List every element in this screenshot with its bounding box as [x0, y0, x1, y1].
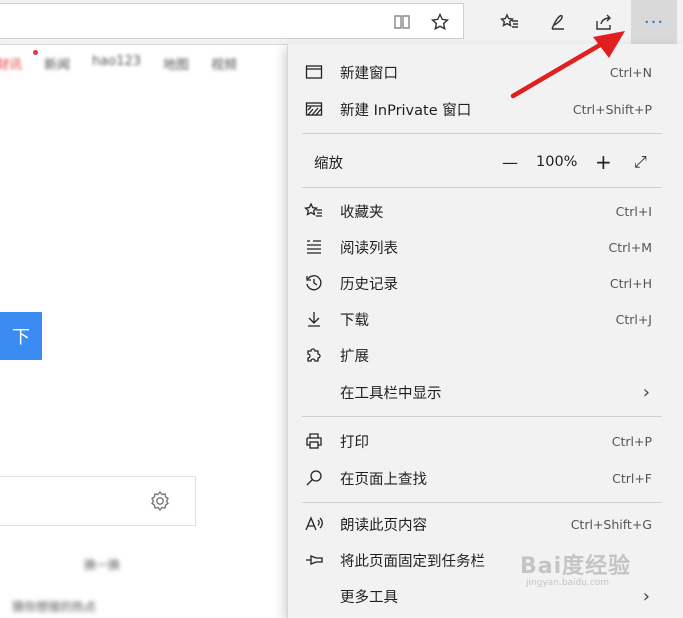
menu-label: 朗读此页内容	[340, 517, 427, 534]
watermark-url: jingyan.baidu.com	[526, 578, 610, 588]
window-icon	[302, 60, 326, 84]
shortcut-text: Ctrl+H	[609, 275, 652, 291]
menu-label: 阅读列表	[340, 240, 398, 257]
menu-label: 更多工具	[340, 589, 398, 606]
menu-item-find[interactable]: 在页面上查找 Ctrl+F	[302, 461, 674, 495]
gear-icon[interactable]	[148, 489, 172, 513]
hot-topic-item[interactable]: 猜你想搜的热点	[12, 598, 96, 615]
fullscreen-icon[interactable]: ⤢	[634, 152, 647, 172]
nav-link[interactable]: 地图	[163, 54, 189, 80]
zoom-out-button[interactable]: —	[502, 153, 518, 172]
menu-item-print[interactable]: 打印 Ctrl+P	[302, 424, 674, 458]
menu-divider	[302, 187, 662, 188]
watermark-brand: Bai度经验	[520, 554, 632, 579]
pin-icon	[302, 548, 326, 572]
menu-label: 下载	[340, 312, 369, 329]
history-icon	[302, 271, 326, 295]
menu-label: 打印	[340, 434, 369, 451]
chevron-right-icon: ›	[642, 381, 650, 403]
menu-divider	[302, 502, 662, 503]
menu-item-show-in-toolbar[interactable]: 在工具栏中显示 ›	[302, 375, 674, 409]
shortcut-text: Ctrl+J	[615, 311, 652, 327]
menu-label: 在工具栏中显示	[340, 385, 442, 402]
refresh-list-link[interactable]: 换一换	[84, 556, 120, 573]
favorites-icon	[302, 199, 326, 223]
menu-item-history[interactable]: 历史记录 Ctrl+H	[302, 266, 674, 300]
chevron-right-icon: ›	[642, 585, 650, 607]
menu-label: 收藏夹	[340, 204, 384, 221]
shortcut-text: Ctrl+F	[612, 470, 652, 486]
more-actions-button[interactable]: ···	[631, 0, 677, 44]
menu-divider	[302, 416, 662, 417]
reading-view-icon[interactable]	[388, 8, 416, 36]
page-search-button-label: 下	[12, 327, 30, 348]
menu-item-downloads[interactable]: 下载 Ctrl+J	[302, 302, 674, 336]
read-aloud-icon	[302, 512, 326, 536]
more-dots-icon: ···	[643, 11, 665, 33]
shortcut-text: Ctrl+M	[608, 239, 653, 255]
nav-link[interactable]: 视频	[211, 54, 237, 80]
favorite-star-icon[interactable]	[426, 8, 454, 36]
menu-item-extensions[interactable]: 扩展	[302, 338, 674, 372]
watermark: Bai度经验 jingyan.baidu.com	[520, 548, 631, 588]
menu-label: 新建 InPrivate 窗口	[340, 102, 472, 119]
menu-label: 在页面上查找	[340, 471, 427, 488]
zoom-in-button[interactable]: +	[595, 150, 612, 174]
reading-list-icon	[302, 235, 326, 259]
nav-link[interactable]: hao123	[92, 54, 141, 80]
zoom-label: 缩放	[314, 155, 343, 172]
puzzle-icon	[302, 343, 326, 367]
menu-label: 扩展	[340, 348, 369, 365]
search-icon	[302, 466, 326, 490]
shortcut-text: Ctrl+Shift+G	[570, 516, 652, 532]
page-search-button[interactable]: 下	[0, 312, 42, 360]
printer-icon	[302, 429, 326, 453]
menu-item-read-aloud[interactable]: 朗读此页内容 Ctrl+Shift+G	[302, 507, 674, 541]
menu-label: 历史记录	[340, 276, 398, 293]
download-icon	[302, 307, 326, 331]
page-nav-links: 财讯 新闻 hao123 地图 视频	[0, 54, 237, 80]
menu-item-favorites[interactable]: 收藏夹 Ctrl+I	[302, 194, 674, 228]
nav-link[interactable]: 新闻	[44, 54, 70, 80]
inprivate-window-icon	[302, 97, 326, 121]
menu-item-reading-list[interactable]: 阅读列表 Ctrl+M	[302, 230, 674, 264]
nav-link[interactable]: 财讯	[0, 54, 22, 80]
more-actions-menu: 新建窗口 Ctrl+N 新建 InPrivate 窗口 Ctrl+Shift+P…	[287, 44, 683, 618]
annotation-arrow	[510, 31, 625, 99]
menu-zoom-row: 缩放 — 100% + ⤢	[302, 144, 674, 180]
zoom-level: 100%	[536, 154, 578, 170]
menu-label: 将此页面固定到任务栏	[340, 553, 485, 570]
shortcut-text: Ctrl+P	[611, 433, 652, 449]
shortcut-text: Ctrl+I	[615, 203, 652, 219]
menu-divider	[302, 133, 662, 134]
menu-label: 新建窗口	[340, 65, 398, 82]
